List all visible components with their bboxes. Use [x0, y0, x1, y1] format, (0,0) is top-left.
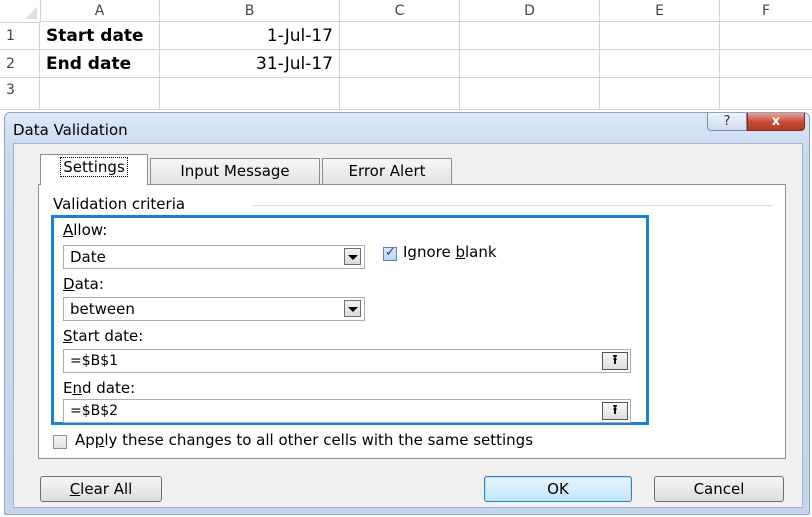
tab-settings[interactable]: Settings	[40, 154, 148, 185]
tab-input-message-label: Input Message	[180, 162, 290, 180]
cell-e3[interactable]	[600, 78, 720, 110]
cell-a3[interactable]	[40, 78, 160, 110]
clear-all-button[interactable]: Clear All	[40, 476, 162, 502]
validation-criteria-title: Validation criteria	[53, 195, 194, 213]
start-date-value: =$B$1	[70, 353, 119, 369]
row-header-3[interactable]: 3	[0, 78, 40, 110]
spreadsheet: A B C D E F 1 Start date 1-Jul-17 2 End …	[0, 0, 812, 110]
cell-e1[interactable]	[600, 22, 720, 50]
cell-d1[interactable]	[460, 22, 600, 50]
allow-value: Date	[70, 248, 106, 266]
row-header-2[interactable]: 2	[0, 50, 40, 78]
help-button[interactable]: ?	[707, 113, 747, 131]
ignore-blank-checkbox[interactable]: ✓	[383, 245, 397, 261]
apply-all-label[interactable]: Apply these changes to all other cells w…	[75, 431, 533, 449]
column-header-d[interactable]: D	[460, 0, 600, 22]
ok-button[interactable]: OK	[484, 476, 632, 502]
data-validation-dialog: Data Validation ? x Settings Input Messa…	[4, 112, 810, 515]
tab-error-alert-label: Error Alert	[348, 162, 426, 180]
chevron-down-icon[interactable]	[344, 300, 361, 317]
dialog-client-area: Settings Input Message Error Alert Valid…	[13, 143, 803, 508]
data-label: Data:	[63, 275, 104, 293]
dialog-title: Data Validation	[13, 121, 128, 139]
cancel-button[interactable]: Cancel	[654, 476, 784, 502]
cell-b2[interactable]: 31-Jul-17	[160, 50, 340, 78]
cell-d2[interactable]	[460, 50, 600, 78]
cell-c3[interactable]	[340, 78, 460, 110]
start-date-field[interactable]: =$B$1 ⭱	[63, 349, 631, 373]
row-header-1[interactable]: 1	[0, 22, 40, 50]
settings-panel: Validation criteria Allow: Date ✓ Ignore…	[38, 184, 786, 459]
cell-d3[interactable]	[460, 78, 600, 110]
cell-b3[interactable]	[160, 78, 340, 110]
cell-c2[interactable]	[340, 50, 460, 78]
close-icon: x	[771, 114, 781, 129]
chevron-down-icon[interactable]	[344, 248, 361, 265]
data-select[interactable]: between	[63, 297, 365, 321]
cell-a2[interactable]: End date	[40, 50, 160, 78]
help-icon: ?	[723, 114, 731, 129]
data-value: between	[70, 300, 135, 318]
select-all-icon	[25, 7, 37, 19]
tab-input-message[interactable]: Input Message	[150, 158, 320, 184]
cell-f1[interactable]	[720, 22, 812, 50]
collapse-dialog-icon[interactable]: ⭱	[602, 402, 628, 420]
dialog-titlebar[interactable]: Data Validation ? x	[5, 113, 809, 143]
column-header-c[interactable]: C	[340, 0, 460, 22]
group-divider	[253, 205, 773, 206]
column-header-a[interactable]: A	[40, 0, 160, 22]
cell-f2[interactable]	[720, 50, 812, 78]
cell-b1[interactable]: 1-Jul-17	[160, 22, 340, 50]
cell-e2[interactable]	[600, 50, 720, 78]
end-date-label: End date:	[63, 379, 136, 397]
allow-label: Allow:	[63, 221, 108, 239]
cell-c1[interactable]	[340, 22, 460, 50]
end-date-value: =$B$2	[70, 403, 119, 419]
allow-select[interactable]: Date	[63, 245, 365, 269]
column-header-b[interactable]: B	[160, 0, 340, 22]
end-date-field[interactable]: =$B$2 ⭱	[63, 399, 631, 423]
tab-settings-label: Settings	[60, 157, 128, 177]
close-button[interactable]: x	[747, 113, 805, 131]
apply-all-checkbox[interactable]	[53, 435, 67, 449]
select-all-corner[interactable]	[0, 0, 41, 23]
tab-error-alert[interactable]: Error Alert	[322, 158, 452, 184]
start-date-label: Start date:	[63, 327, 144, 345]
collapse-dialog-icon[interactable]: ⭱	[602, 352, 628, 370]
column-header-e[interactable]: E	[600, 0, 720, 22]
column-header-f[interactable]: F	[720, 0, 812, 22]
checkmark-icon: ✓	[385, 245, 396, 260]
cell-a1[interactable]: Start date	[40, 22, 160, 50]
cell-f3[interactable]	[720, 78, 812, 110]
ignore-blank-label[interactable]: Ignore blank	[403, 243, 497, 261]
